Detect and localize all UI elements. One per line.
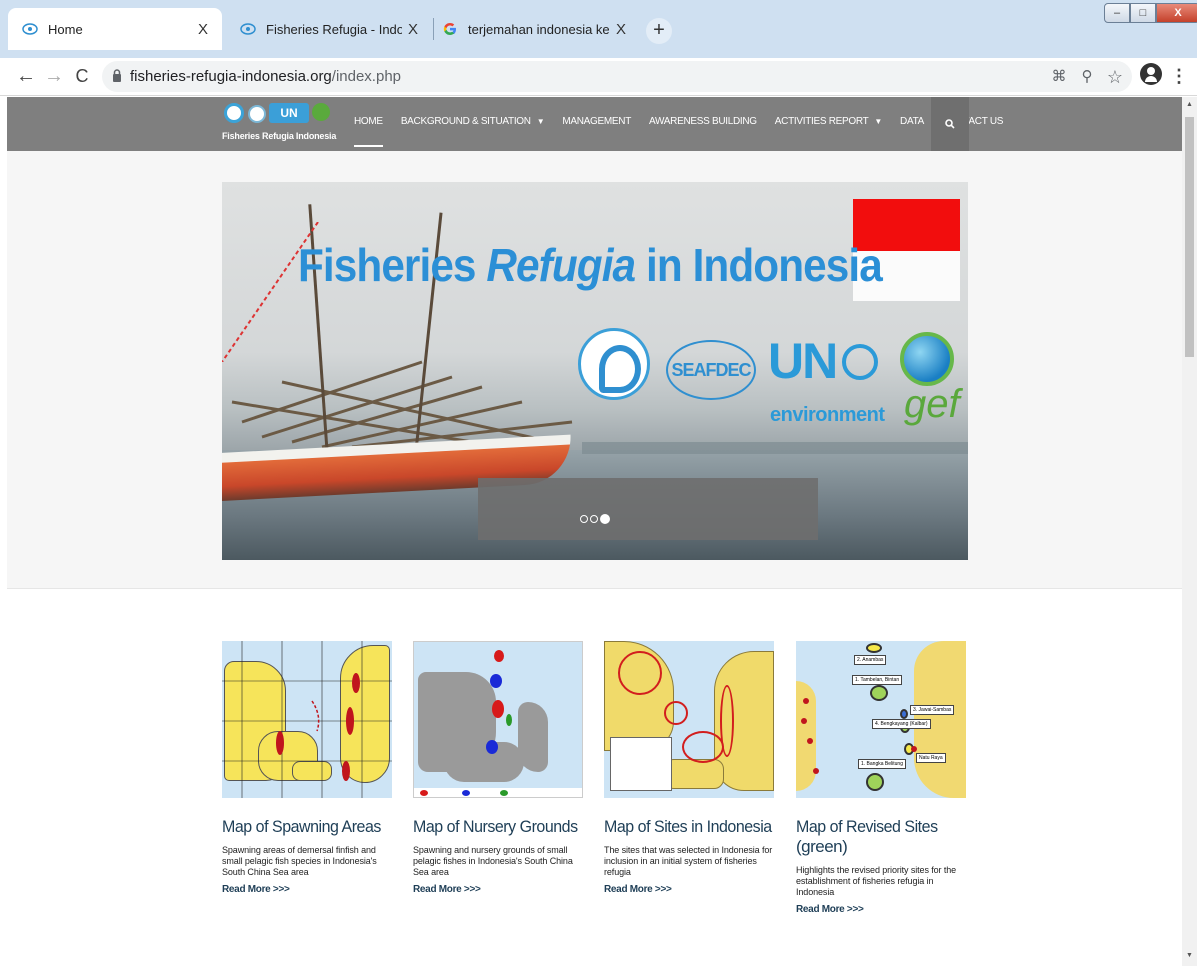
translate-icon[interactable]: ⌘ <box>1048 66 1070 88</box>
seafdec-favicon-icon <box>240 23 256 35</box>
new-tab-button[interactable]: + <box>646 18 672 44</box>
nav-management[interactable]: MANAGEMENT <box>553 97 640 151</box>
card-nursery-grounds: Map of Nursery Grounds Spawning and nurs… <box>413 641 589 895</box>
hero-slider[interactable]: Fisheries Refugia in Indonesia SEAFDEC U… <box>222 182 968 560</box>
card-title[interactable]: Map of Nursery Grounds <box>413 816 578 837</box>
url-omnibox[interactable]: fisheries-refugia-indonesia.org/index.ph… <box>102 61 1132 92</box>
hero-title: Fisheries Refugia in Indonesia <box>298 239 883 291</box>
sites-map-thumbnail[interactable] <box>604 641 774 798</box>
sites-legend-box <box>610 737 672 791</box>
caret-down-icon: ▼ <box>874 117 883 126</box>
tab-title: Fisheries Refugia - Indonesia <box>266 21 402 37</box>
hero-section: Fisheries Refugia in Indonesia SEAFDEC U… <box>7 151 1182 589</box>
address-bar: ← → C fisheries-refugia-indonesia.org/in… <box>0 58 1197 96</box>
slide-dot-2[interactable] <box>590 515 598 523</box>
minimize-button[interactable]: – <box>1104 3 1130 23</box>
revised-sites-markers <box>801 698 917 774</box>
seafdec-favicon-icon <box>22 23 38 35</box>
gef-globe-icon <box>900 332 954 386</box>
search-icon <box>945 118 955 129</box>
tab-title: terjemahan indonesia ke inggris <box>468 21 610 37</box>
nav-background-situation[interactable]: BACKGROUND & SITUATION ▼ <box>392 97 554 151</box>
reload-button[interactable]: C <box>68 62 96 90</box>
revised-sites-map-thumbnail[interactable]: 2. Anambas 1. Tambelan, Bintan 3. Jawai-… <box>796 641 966 798</box>
tab-close-icon[interactable]: X <box>192 21 214 38</box>
card-description: Spawning and nursery grounds of small pe… <box>413 845 573 877</box>
read-more-link[interactable]: Read More >>> <box>222 884 398 895</box>
back-button[interactable]: ← <box>12 62 40 90</box>
tab-fisheries-refugia[interactable]: Fisheries Refugia - Indonesia X <box>226 8 432 50</box>
un-environment-logo-icon: UN <box>269 103 309 123</box>
close-window-button[interactable]: X <box>1156 3 1197 23</box>
card-description: The sites that was selected in Indonesia… <box>604 845 773 877</box>
read-more-link[interactable]: Read More >>> <box>413 884 589 895</box>
page-scrollbar[interactable]: ▲ ▼ <box>1182 97 1197 966</box>
slide-caption-box <box>478 478 818 540</box>
un-environment-logo: UN environment <box>768 333 885 426</box>
zoom-icon[interactable]: ⚲ <box>1076 66 1098 88</box>
slide-dot-3-active[interactable] <box>600 514 610 524</box>
main-menu: HOME BACKGROUND & SITUATION ▼ MANAGEMENT … <box>345 97 1012 151</box>
card-sites-in-indonesia: Map of Sites in Indonesia The sites that… <box>604 641 780 895</box>
tab-title: Home <box>48 21 83 37</box>
browser-menu-icon[interactable]: ⋮ <box>1170 62 1188 90</box>
un-emblem-icon <box>842 344 878 380</box>
slider-pagination <box>580 514 610 524</box>
scrollbar-thumb[interactable] <box>1185 117 1194 357</box>
url-text: fisheries-refugia-indonesia.org/index.ph… <box>130 68 402 85</box>
caret-down-icon: ▼ <box>536 117 545 126</box>
maximize-button[interactable]: □ <box>1130 3 1156 23</box>
kkp-logo-icon <box>224 103 244 123</box>
window-controls: – □ X <box>1104 3 1197 23</box>
gef-logo: gef <box>894 332 964 442</box>
seafdec-logo-icon <box>248 105 266 123</box>
forward-button[interactable]: → <box>40 62 68 90</box>
scroll-down-arrow-icon[interactable]: ▼ <box>1185 952 1194 962</box>
tab-close-icon[interactable]: X <box>402 21 424 38</box>
google-g-icon <box>443 23 456 35</box>
spawning-overlay <box>222 641 392 798</box>
card-description: Spawning areas of demersal finfish and s… <box>222 845 377 877</box>
browser-tab-bar: Home X Fisheries Refugia - Indonesia X t… <box>0 0 1197 58</box>
bookmark-star-icon[interactable]: ☆ <box>1104 66 1126 88</box>
card-description: Highlights the revised priority sites fo… <box>796 865 957 897</box>
read-more-link[interactable]: Read More >>> <box>604 884 780 895</box>
scroll-up-arrow-icon[interactable]: ▲ <box>1185 101 1194 111</box>
page-viewport: UN Fisheries Refugia Indonesia HOME BACK… <box>0 97 1182 966</box>
read-more-link[interactable]: Read More >>> <box>796 904 972 915</box>
hero-distant-boats <box>582 442 968 454</box>
kkp-ministry-logo-icon <box>578 328 650 400</box>
card-revised-sites: 2. Anambas 1. Tambelan, Bintan 3. Jawai-… <box>796 641 972 915</box>
spawning-map-thumbnail[interactable] <box>222 641 392 798</box>
site-search-button[interactable] <box>931 97 969 151</box>
tab-home[interactable]: Home X <box>8 8 222 50</box>
card-title[interactable]: Map of Revised Sites <box>796 816 961 837</box>
nav-home[interactable]: HOME <box>345 97 392 151</box>
card-title[interactable]: Map of Spawning Areas <box>222 816 387 837</box>
seafdec-logo: SEAFDEC <box>666 340 756 400</box>
slide-dot-1[interactable] <box>580 515 588 523</box>
card-title[interactable]: Map of Sites in Indonesia <box>604 816 772 837</box>
card-spawning-areas: Map of Spawning Areas Spawning areas of … <box>222 641 398 895</box>
profile-avatar-icon[interactable] <box>1140 63 1162 85</box>
tab-google-translate[interactable]: terjemahan indonesia ke inggris X <box>434 8 640 50</box>
site-navbar: UN Fisheries Refugia Indonesia HOME BACK… <box>7 97 1182 151</box>
nursery-map-thumbnail[interactable] <box>413 641 583 798</box>
nav-data[interactable]: DATA <box>891 97 933 151</box>
tab-close-icon[interactable]: X <box>610 21 632 38</box>
nav-activities-report[interactable]: ACTIVITIES REPORT ▼ <box>766 97 891 151</box>
nav-awareness-building[interactable]: AWARENESS BUILDING <box>640 97 766 151</box>
logo-caption: Fisheries Refugia Indonesia <box>222 131 337 141</box>
gef-logo-icon <box>312 103 330 121</box>
card-title-line2[interactable]: (green) <box>796 837 972 857</box>
lock-icon <box>113 69 121 82</box>
site-logo[interactable]: UN Fisheries Refugia Indonesia <box>222 101 336 147</box>
